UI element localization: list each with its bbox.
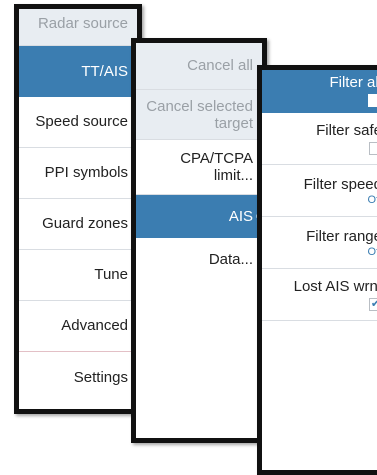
menu-item-ais[interactable]: AIS ▸	[136, 195, 262, 238]
menu-item-lost-ais-warning[interactable]: Lost AIS wrn. ✔	[262, 269, 377, 321]
menu-item-label: Tune	[94, 266, 128, 283]
menu-item-tt-ais[interactable]: TT/AIS ▸	[19, 46, 137, 97]
menu-item-ppi-symbols[interactable]: PPI symbols ▸	[19, 148, 137, 199]
menu-item-label: PPI symbols	[44, 164, 128, 181]
filter-range-value: Off	[367, 245, 377, 258]
menu-item-guard-zones[interactable]: Guard zones ▸	[19, 199, 137, 250]
menu-item-label-line1: Cancel selected	[146, 97, 253, 115]
lost-ais-warning-checkbox[interactable]: ✔	[369, 298, 377, 311]
menu-item-label-line2: limit...	[213, 167, 253, 184]
filter-all-checkbox[interactable]	[368, 94, 377, 107]
menu-item-label: Filter all	[329, 74, 377, 91]
menu-item-label-line1: CPA/TCPA	[180, 150, 253, 167]
menu-item-cpa-tcpa-limit[interactable]: CPA/TCPA limit...	[136, 140, 262, 195]
ais-filter-submenu: Filter all Filter safe Filter speed Off …	[257, 65, 377, 475]
menu-item-label: Guard zones	[42, 215, 128, 232]
menu-item-cancel-all[interactable]: Cancel all	[136, 43, 262, 90]
menu-item-advanced[interactable]: Advanced ▸	[19, 301, 137, 352]
filter-safe-checkbox[interactable]	[369, 142, 377, 155]
menu-item-label: Filter range	[306, 227, 377, 245]
menu-item-label: Data...	[208, 251, 253, 268]
menu-item-label-line2: target	[214, 114, 253, 132]
menu-item-tune[interactable]: Tune ▸	[19, 250, 137, 301]
menu-item-cancel-selected-target[interactable]: Cancel selected target	[136, 90, 262, 140]
filter-speed-value: Off	[367, 193, 377, 206]
menu-item-label: TT/AIS	[81, 62, 128, 80]
menu-item-filter-speed[interactable]: Filter speed Off	[262, 165, 377, 217]
menu-item-label: Advanced	[61, 317, 128, 334]
menu-item-settings[interactable]: Settings	[19, 352, 137, 403]
menu-item-label: Lost AIS wrn.	[293, 278, 377, 295]
menu-item-radar-source[interactable]: Radar source	[19, 9, 137, 46]
menu-item-filter-all[interactable]: Filter all	[262, 70, 377, 113]
menu-item-label: Speed source	[35, 113, 128, 130]
radar-settings-menu: Radar source TT/AIS ▸ Speed source ▸ PPI…	[14, 4, 142, 414]
menu-item-label: Filter safe	[316, 122, 377, 139]
menu-item-label: Cancel selected target	[146, 98, 253, 132]
tt-ais-submenu: Cancel all Cancel selected target CPA/TC…	[131, 38, 267, 443]
menu-item-label: AIS	[228, 207, 253, 225]
menu-item-label: Radar source	[37, 15, 128, 32]
menu-item-speed-source[interactable]: Speed source ▸	[19, 97, 137, 148]
menu-item-filter-safe[interactable]: Filter safe	[262, 113, 377, 165]
menu-item-filter-range[interactable]: Filter range Off	[262, 217, 377, 269]
menu-item-data[interactable]: Data...	[136, 238, 262, 282]
menu-item-label: Settings	[73, 368, 128, 386]
menu-item-label: Cancel all	[187, 57, 253, 74]
menu-item-label: Filter speed	[303, 175, 377, 193]
menu-item-label: CPA/TCPA limit...	[180, 150, 253, 184]
